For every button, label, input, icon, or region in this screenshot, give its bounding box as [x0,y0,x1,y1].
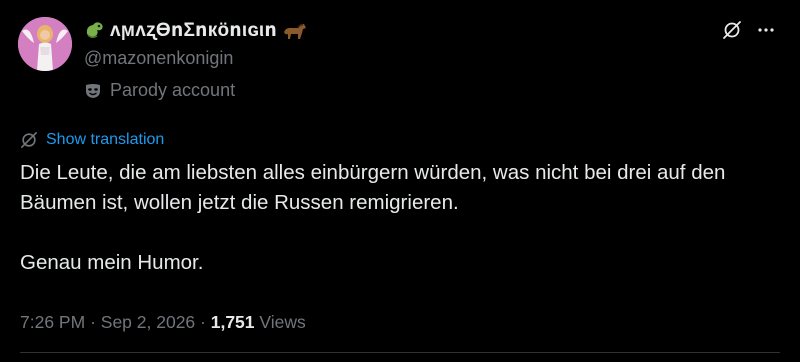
parody-badge: Parody account [84,80,307,101]
views-label: Views [259,312,306,332]
horse-emoji-icon [281,20,307,40]
handle[interactable]: @mazonenkonigin [84,48,307,70]
show-translation-label[interactable]: Show translation [46,131,164,149]
author-info: ʌϻʌʐϴոΣոкöոιɢιո @mazonenkonigin Parody a… [84,18,307,101]
post-time[interactable]: 7:26 PM [20,312,85,332]
post-paragraph: Die Leute, die am liebsten alles einbürg… [20,161,726,214]
avatar[interactable] [18,17,72,71]
post-date[interactable]: Sep 2, 2026 [101,312,195,332]
grok-icon[interactable] [722,20,742,40]
parody-mask-icon [84,82,102,100]
meta-separator: · [200,312,206,332]
display-name[interactable]: ʌϻʌʐϴոΣոкöոιɢιո [110,19,277,42]
top-actions [722,20,776,40]
translate-icon [20,131,38,149]
divider [20,352,780,353]
meta-separator: · [90,312,96,332]
name-row[interactable]: ʌϻʌʐϴոΣոкöոιɢιո [84,18,307,42]
post-text: Die Leute, die am liebsten alles einbürg… [20,158,790,278]
views-count[interactable]: 1,751 [211,312,255,332]
tweet: ʌϻʌʐϴոΣոкöոιɢιո @mazonenkonigin Parody a… [0,0,800,362]
dragon-emoji-icon [84,20,106,40]
parody-label: Parody account [110,80,236,100]
post-meta: 7:26 PM · Sep 2, 2026 · 1,751 Views [20,312,306,333]
more-icon[interactable] [756,20,776,40]
post-paragraph: Genau mein Humor. [20,251,204,274]
show-translation-button[interactable]: Show translation [20,131,164,149]
